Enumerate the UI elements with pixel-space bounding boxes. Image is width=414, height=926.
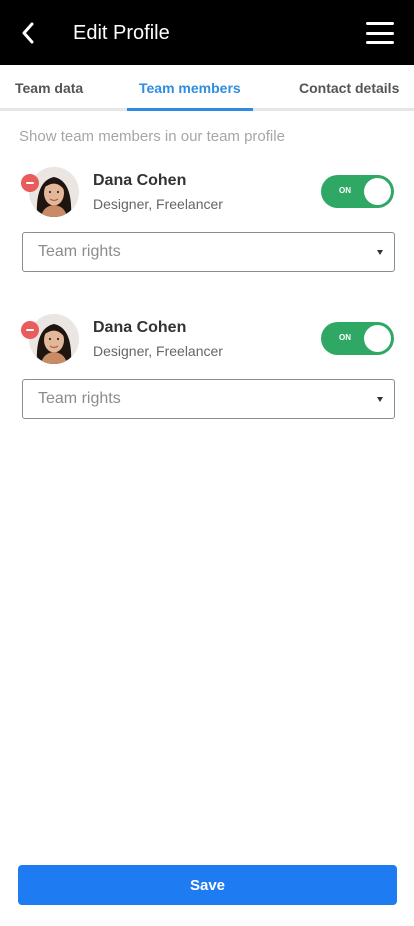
toggle-label: ON — [339, 186, 351, 195]
section-hint: Show team members in our team profile — [19, 128, 285, 145]
toggle-label: ON — [339, 333, 351, 342]
member-name: Dana Cohen — [93, 319, 187, 336]
avatar — [29, 167, 79, 217]
team-rights-select[interactable]: Team rights — [22, 379, 395, 419]
tab-bar: Team data Team members Contact details — [0, 65, 414, 111]
avatar — [29, 314, 79, 364]
member-name: Dana Cohen — [93, 172, 187, 189]
tab-team-data[interactable]: Team data — [15, 65, 83, 111]
active-tab-indicator — [127, 108, 253, 111]
top-app-bar: Edit Profile — [0, 0, 414, 65]
tab-team-members[interactable]: Team members — [139, 65, 241, 111]
toggle-knob — [364, 178, 391, 205]
tab-contact-details[interactable]: Contact details — [299, 65, 399, 111]
team-rights-select[interactable]: Team rights — [22, 232, 395, 272]
back-arrow-icon — [22, 22, 34, 44]
save-button[interactable]: Save — [18, 865, 397, 905]
back-button[interactable] — [14, 18, 42, 48]
page-title: Edit Profile — [73, 22, 170, 44]
member-card: Dana Cohen Designer, Freelancer ON Team … — [0, 312, 414, 432]
member-role: Designer, Freelancer — [93, 196, 223, 212]
team-rights-placeholder: Team rights — [38, 243, 121, 260]
team-rights-placeholder: Team rights — [38, 390, 121, 407]
remove-member-icon[interactable] — [21, 174, 39, 192]
member-role: Designer, Freelancer — [93, 343, 223, 359]
visibility-toggle[interactable]: ON — [321, 175, 394, 208]
caret-down-icon — [377, 397, 383, 402]
toggle-knob — [364, 325, 391, 352]
visibility-toggle[interactable]: ON — [321, 322, 394, 355]
hamburger-menu-icon[interactable] — [366, 22, 394, 44]
member-card: Dana Cohen Designer, Freelancer ON Team … — [0, 165, 414, 285]
caret-down-icon — [377, 250, 383, 255]
remove-member-icon[interactable] — [21, 321, 39, 339]
